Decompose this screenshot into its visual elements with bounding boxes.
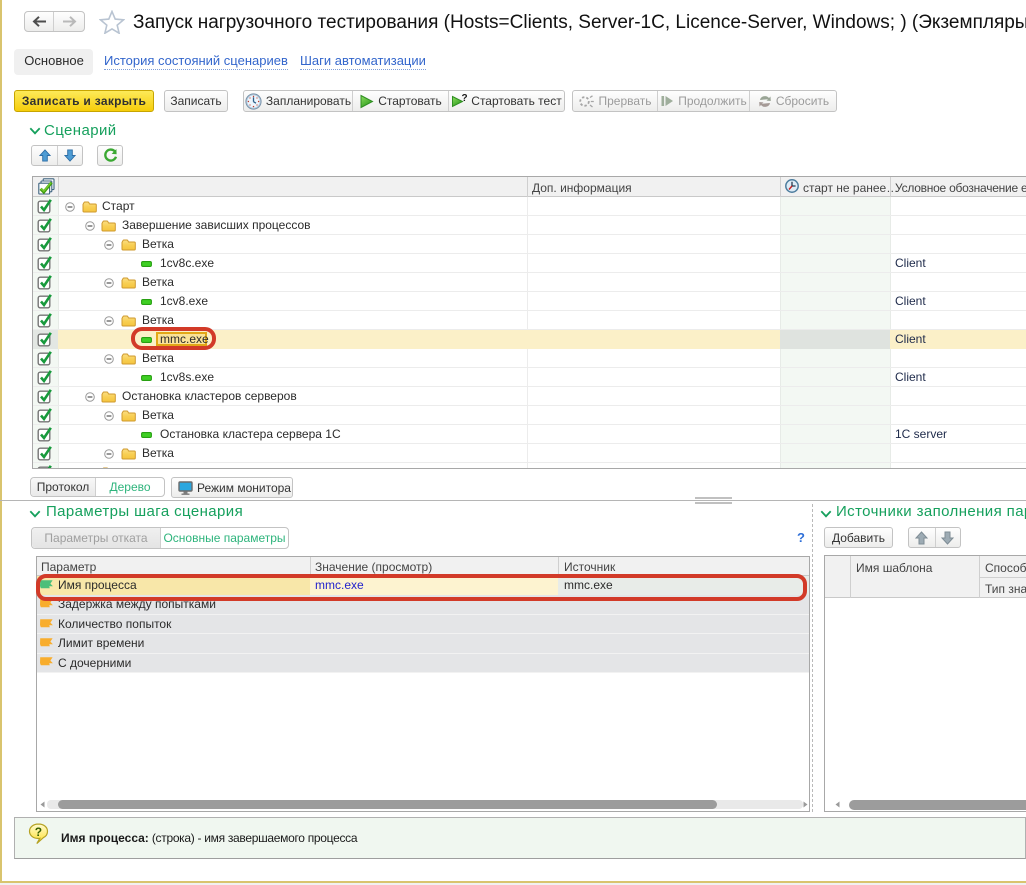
svg-text:?: ? [462, 93, 468, 104]
svg-text:?: ? [35, 825, 42, 839]
